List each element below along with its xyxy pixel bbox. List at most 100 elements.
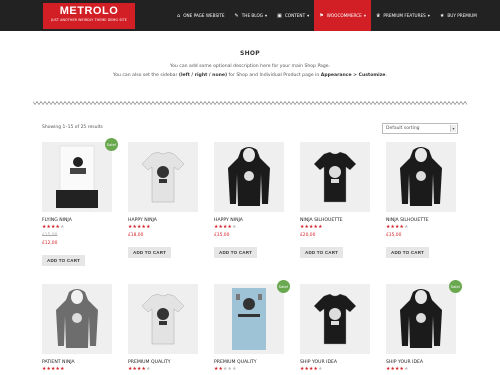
chevron-down-icon: ▾ — [265, 13, 268, 18]
page-title: SHOP — [239, 50, 261, 57]
star-icon: ★ — [60, 367, 65, 372]
product-card[interactable]: HAPPY NINJA ★★★★★ £35,00 ADD TO CART — [214, 142, 284, 258]
logo-tagline: JUST ANOTHER WEIRDLY THEME DEMO SITE — [51, 18, 127, 22]
star-icon: ★ — [404, 367, 409, 372]
star-icon: ★ — [232, 225, 237, 230]
tshirt-image — [141, 293, 185, 345]
product-name[interactable]: SHIP YOUR IDEA — [300, 360, 370, 365]
description-line-2: You can also set the sidebar (left / rig… — [113, 72, 387, 78]
poster-image — [56, 145, 98, 209]
product-card[interactable]: HAPPY NINJA ★★★★★ £18,00 ADD TO CART — [128, 142, 198, 258]
zigzag-divider — [33, 101, 468, 105]
product-name[interactable]: FLYING NINJA — [42, 218, 112, 223]
pin-icon: ✎ — [234, 12, 239, 19]
product-image[interactable] — [386, 142, 456, 212]
chevron-down-icon: ▾ — [363, 13, 366, 18]
product-name[interactable]: PREMIUM QUALITY — [214, 360, 284, 365]
sale-badge: Sale! — [105, 138, 118, 151]
hoodie-image — [400, 147, 442, 206]
star-icon: ★ — [439, 12, 445, 19]
star-rating: ★★★★★ — [300, 367, 370, 373]
product-card[interactable]: NINJA SILHOUETTE ★★★★★ £20,00 ADD TO CART — [300, 142, 370, 258]
star-rating: ★★★★★ — [300, 225, 370, 231]
sale-badge: Sale! — [277, 280, 290, 293]
product-price: £12,00 — [42, 241, 58, 246]
product-image[interactable] — [42, 284, 112, 354]
site-logo[interactable]: METROLO JUST ANOTHER WEIRDLY THEME DEMO … — [43, 3, 135, 29]
product-price: £35,00 — [386, 233, 402, 238]
nav-item[interactable]: ⌂ ONE PAGE WEBSITE — [172, 0, 230, 31]
product-card[interactable]: Sale! SHIP YOUR IDEA ★★★★★ — [386, 280, 462, 373]
nav-item[interactable]: ▣ CONTENT ▾ — [272, 0, 314, 31]
result-count: Showing 1–15 of 25 results — [42, 125, 103, 130]
product-name[interactable]: PREMIUM QUALITY — [128, 360, 198, 365]
nav-item-label: WOOCOMMERCE — [326, 13, 362, 18]
tshirt-image — [313, 151, 357, 203]
tshirt-image — [141, 151, 185, 203]
chevron-down-icon: ▾ — [307, 13, 310, 18]
nav-item[interactable]: ✎ THE BLOG ▾ — [230, 0, 273, 31]
sort-selected-value: Default sorting — [386, 126, 420, 131]
nav-item-label: THE BLOG — [241, 13, 264, 18]
product-card[interactable]: PATIENT NINJA ★★★★★ — [42, 284, 112, 373]
product-card[interactable]: Sale! PREMIUM QUALITY ★★★★★ — [214, 280, 290, 373]
image-icon: ▣ — [277, 12, 282, 19]
star-rating: ★★★★★ — [386, 225, 456, 231]
chevron-down-icon: ▾ — [450, 125, 456, 132]
add-to-cart-button[interactable]: ADD TO CART — [42, 255, 86, 266]
old-price: £15,00 — [42, 233, 58, 238]
product-name[interactable]: PATIENT NINJA — [42, 360, 112, 365]
nav-item-label: ONE PAGE WEBSITE — [183, 13, 225, 18]
sort-select[interactable]: Default sorting ▾ — [382, 123, 458, 134]
star-icon: ★ — [60, 225, 65, 230]
trophy-icon: ♛ — [375, 12, 381, 19]
product-card[interactable]: NINJA SILHOUETTE ★★★★★ £35,00 ADD TO CART — [386, 142, 456, 258]
product-card[interactable]: Sale! FLYING NINJA ★★★★★ £15,00 £12,00 ADD TO… — [42, 138, 118, 266]
nav-item[interactable]: ⚑ WOOCOMMERCE ▾ — [314, 0, 371, 31]
product-price: £35,00 — [214, 233, 230, 238]
hoodie-image — [400, 289, 442, 348]
nav-item-label: CONTENT — [284, 13, 306, 18]
product-image[interactable]: Sale! — [214, 280, 290, 354]
star-icon: ★ — [146, 367, 151, 372]
add-to-cart-button[interactable]: ADD TO CART — [128, 247, 172, 258]
product-name[interactable]: NINJA SILHOUETTE — [386, 218, 456, 223]
tshirt-image — [313, 293, 357, 345]
product-name[interactable]: SHIP YOUR IDEA — [386, 360, 456, 365]
star-icon: ★ — [146, 225, 151, 230]
product-image[interactable]: Sale! — [42, 138, 118, 212]
product-image[interactable]: Sale! — [386, 280, 462, 354]
nav-item-label: PREMIUM FEATURES — [383, 13, 426, 18]
star-rating: ★★★★★ — [214, 367, 284, 373]
star-rating: ★★★★★ — [386, 367, 456, 373]
add-to-cart-button[interactable]: ADD TO CART — [386, 247, 430, 258]
nav-item-label: BUY PREMIUM — [447, 13, 477, 18]
product-image[interactable] — [300, 142, 370, 212]
hoodie-image — [228, 147, 270, 206]
product-name[interactable]: HAPPY NINJA — [128, 218, 198, 223]
product-card[interactable]: PREMIUM QUALITY ★★★★★ — [128, 284, 198, 373]
product-card[interactable]: SHIP YOUR IDEA ★★★★★ — [300, 284, 370, 373]
logo-name: METROLO — [59, 5, 119, 17]
star-rating: ★★★★★ — [128, 225, 198, 231]
product-image[interactable] — [128, 142, 198, 212]
product-image[interactable] — [300, 284, 370, 354]
home-icon: ⌂ — [177, 12, 181, 19]
product-name[interactable]: NINJA SILHOUETTE — [300, 218, 370, 223]
main-nav: ⌂ ONE PAGE WEBSITE ✎ THE BLOG ▾ ▣ CONTENT ▾ ⚑ WOO… — [172, 0, 482, 31]
star-rating: ★★★★★ — [42, 225, 112, 231]
product-image[interactable] — [128, 284, 198, 354]
poster-image — [232, 288, 266, 350]
product-image[interactable] — [214, 142, 284, 212]
nav-item[interactable]: ★ BUY PREMIUM — [435, 0, 482, 31]
product-name[interactable]: HAPPY NINJA — [214, 218, 284, 223]
product-price: £20,00 — [300, 233, 316, 238]
sale-badge: Sale! — [449, 280, 462, 293]
chevron-down-icon: ▾ — [427, 13, 430, 18]
star-icon: ★ — [318, 225, 323, 230]
hoodie-image — [56, 289, 98, 348]
add-to-cart-button[interactable]: ADD TO CART — [214, 247, 258, 258]
add-to-cart-button[interactable]: ADD TO CART — [300, 247, 344, 258]
description-line-1: You can add some optional description he… — [169, 64, 331, 69]
nav-item[interactable]: ♛ PREMIUM FEATURES ▾ — [371, 0, 435, 31]
